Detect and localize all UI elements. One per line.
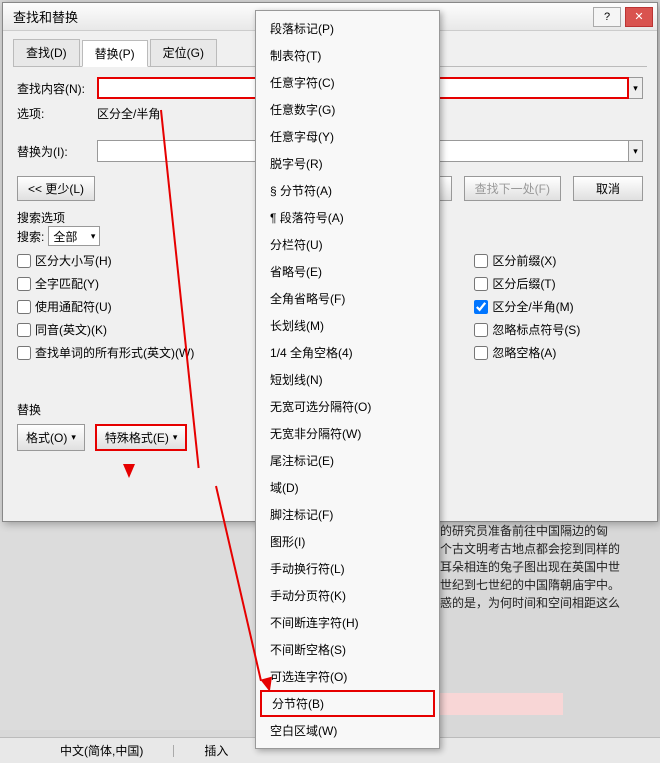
menu-item-1[interactable]: 制表符(T): [256, 42, 439, 69]
check-right-2[interactable]: 区分全/半角(M): [474, 298, 580, 315]
replace-dropdown[interactable]: ▾: [629, 140, 643, 162]
background-panel-left: [0, 520, 255, 730]
menu-item-23[interactable]: 不间断空格(S): [256, 636, 439, 663]
format-button[interactable]: 格式(O)▾: [17, 424, 85, 451]
menu-item-5[interactable]: 脱字号(R): [256, 150, 439, 177]
check-right-0[interactable]: 区分前缀(X): [474, 252, 580, 269]
menu-item-9[interactable]: 省略号(E): [256, 258, 439, 285]
search-direction-label: 搜索:: [17, 228, 44, 245]
menu-item-2[interactable]: 任意字符(C): [256, 69, 439, 96]
special-format-menu: 段落标记(P)制表符(T)任意字符(C)任意数字(G)任意字母(Y)脱字号(R)…: [255, 10, 440, 749]
left-check-column: 区分大小写(H) 全字匹配(Y) 使用通配符(U) 同音(英文)(K) 查找单词的所有形…: [17, 252, 194, 361]
tab-replace[interactable]: 替换(P): [82, 40, 148, 67]
check-left-3[interactable]: 同音(英文)(K): [17, 321, 194, 338]
close-button[interactable]: ✕: [625, 7, 653, 27]
menu-item-21[interactable]: 手动分页符(K): [256, 582, 439, 609]
menu-item-16[interactable]: 尾注标记(E): [256, 447, 439, 474]
menu-item-14[interactable]: 无宽可选分隔符(O): [256, 393, 439, 420]
menu-item-17[interactable]: 域(D): [256, 474, 439, 501]
option-value: 区分全/半角: [97, 105, 160, 122]
option-label: 选项:: [17, 105, 97, 122]
menu-item-6[interactable]: § 分节符(A): [256, 177, 439, 204]
help-button[interactable]: ?: [593, 7, 621, 27]
check-right-3[interactable]: 忽略标点符号(S): [474, 321, 580, 338]
background-document-text: 的研究员准备前往中国隔边的匈 个古文明考古地点都会挖到同样的 耳朵相连的兔子图出…: [440, 522, 660, 612]
replace-label: 替换为(I):: [17, 143, 97, 160]
menu-item-19[interactable]: 图形(I): [256, 528, 439, 555]
cancel-button[interactable]: 取消: [573, 176, 643, 201]
check-right-4[interactable]: 忽略空格(A): [474, 344, 580, 361]
find-dropdown[interactable]: ▾: [629, 77, 643, 99]
menu-item-10[interactable]: 全角省略号(F): [256, 285, 439, 312]
menu-item-15[interactable]: 无宽非分隔符(W): [256, 420, 439, 447]
menu-item-0[interactable]: 段落标记(P): [256, 15, 439, 42]
menu-item-24[interactable]: 可选连字符(O): [256, 663, 439, 690]
menu-item-20[interactable]: 手动换行符(L): [256, 555, 439, 582]
tab-find[interactable]: 查找(D): [13, 39, 80, 66]
check-left-1[interactable]: 全字匹配(Y): [17, 275, 194, 292]
menu-item-18[interactable]: 脚注标记(F): [256, 501, 439, 528]
special-format-button[interactable]: 特殊格式(E)▾: [95, 424, 188, 451]
tab-goto[interactable]: 定位(G): [150, 39, 217, 66]
menu-item-3[interactable]: 任意数字(G): [256, 96, 439, 123]
menu-item-last[interactable]: 空白区域(W): [256, 717, 439, 744]
menu-item-22[interactable]: 不间断连字符(H): [256, 609, 439, 636]
search-scope-combo[interactable]: 全部▾: [48, 226, 100, 246]
menu-item-13[interactable]: 短划线(N): [256, 366, 439, 393]
menu-item-11[interactable]: 长划线(M): [256, 312, 439, 339]
menu-item-7[interactable]: ¶ 段落符号(A): [256, 204, 439, 231]
right-check-column: 区分前缀(X) 区分后缀(T) 区分全/半角(M) 忽略标点符号(S) 忽略空格(A): [474, 252, 580, 361]
check-right-1[interactable]: 区分后缀(T): [474, 275, 580, 292]
less-button[interactable]: << 更少(L): [17, 176, 95, 201]
find-label: 查找内容(N):: [17, 80, 97, 97]
check-left-4[interactable]: 查找单词的所有形式(英文)(W): [17, 344, 194, 361]
check-left-0[interactable]: 区分大小写(H): [17, 252, 194, 269]
status-language[interactable]: 中文(简体,中国): [60, 742, 143, 759]
menu-item-4[interactable]: 任意字母(Y): [256, 123, 439, 150]
menu-item-section-break[interactable]: 分节符(B): [260, 690, 435, 717]
menu-item-12[interactable]: 1/4 全角空格(4): [256, 339, 439, 366]
status-insert[interactable]: 插入: [204, 742, 228, 759]
annotation-arrowhead-1: [123, 464, 135, 478]
check-left-2[interactable]: 使用通配符(U): [17, 298, 194, 315]
find-next-button[interactable]: 查找下一处(F): [464, 176, 561, 201]
menu-item-8[interactable]: 分栏符(U): [256, 231, 439, 258]
